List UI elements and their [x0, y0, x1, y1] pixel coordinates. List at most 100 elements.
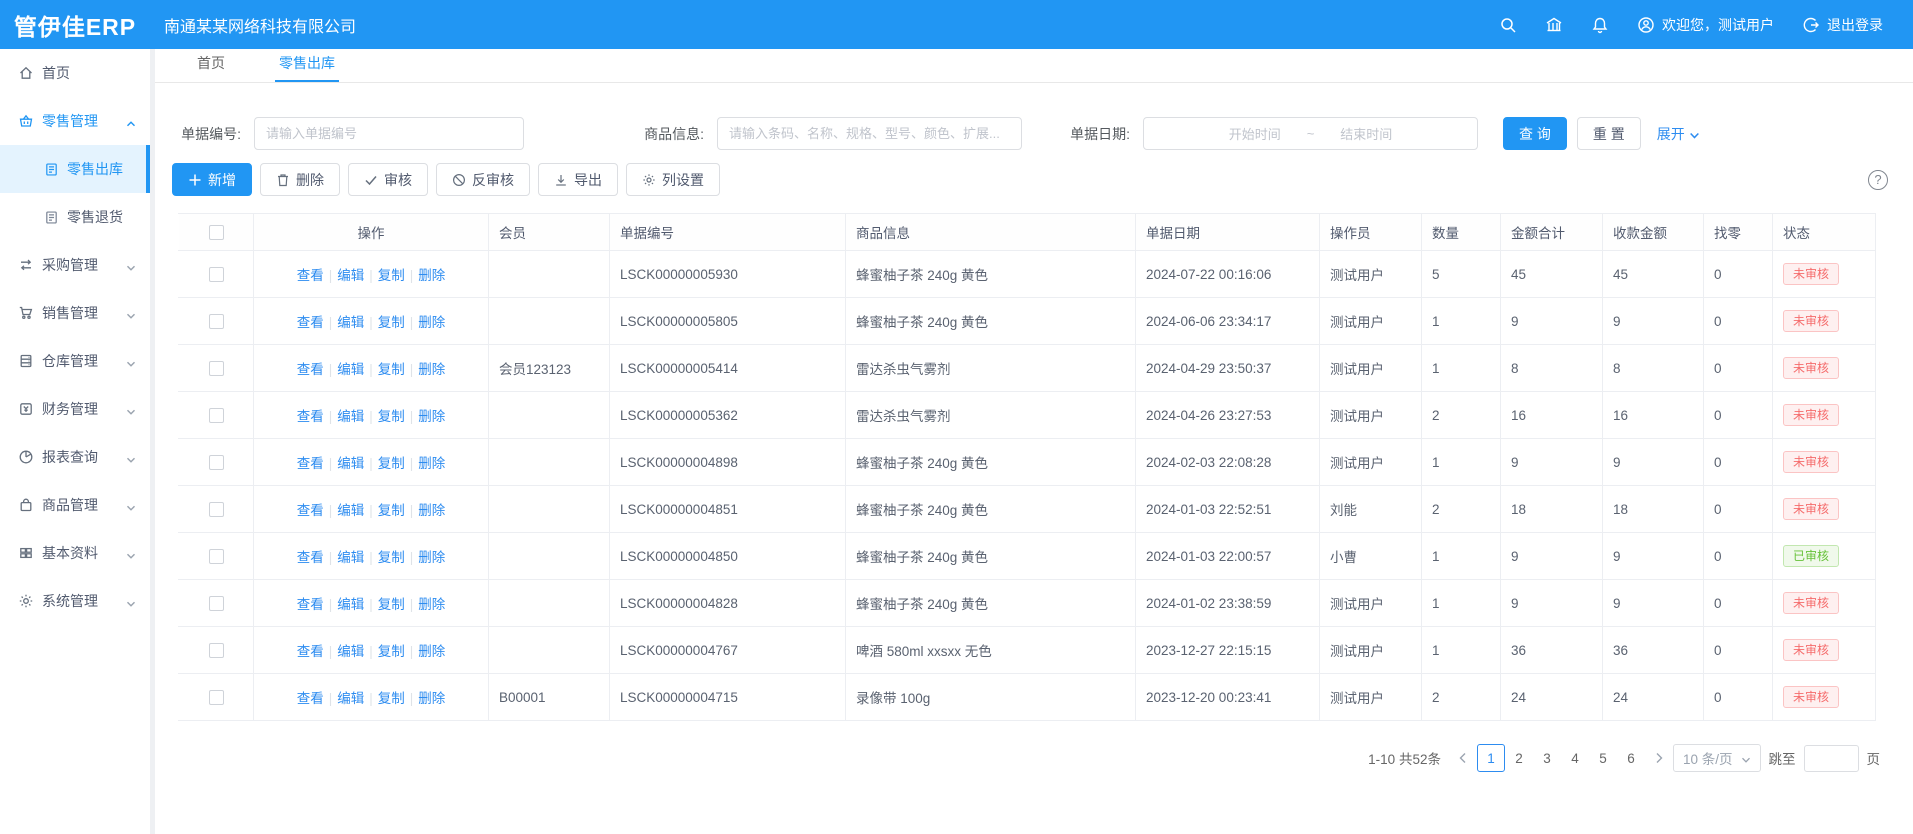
row-checkbox[interactable] — [209, 596, 224, 611]
cell-member — [489, 533, 610, 580]
select-all-checkbox[interactable] — [209, 225, 224, 240]
row-action-edit[interactable]: 编辑 — [337, 597, 364, 612]
row-action-edit[interactable]: 编辑 — [337, 315, 364, 330]
row-action-copy[interactable]: 复制 — [378, 409, 405, 424]
row-action-view[interactable]: 查看 — [297, 409, 324, 424]
next-page-icon[interactable] — [1653, 752, 1665, 764]
row-action-delete[interactable]: 删除 — [418, 597, 445, 612]
sidebar-item-home[interactable]: 首页 — [0, 49, 150, 97]
action-separator: | — [369, 362, 373, 377]
row-action-copy[interactable]: 复制 — [378, 362, 405, 377]
row-action-edit[interactable]: 编辑 — [337, 503, 364, 518]
row-action-delete[interactable]: 删除 — [418, 362, 445, 377]
date-start-placeholder: 开始时间 — [1229, 124, 1281, 143]
row-action-edit[interactable]: 编辑 — [337, 550, 364, 565]
row-action-edit[interactable]: 编辑 — [337, 409, 364, 424]
row-action-view[interactable]: 查看 — [297, 268, 324, 283]
row-checkbox[interactable] — [209, 643, 224, 658]
col-header-member: 会员 — [489, 214, 610, 251]
logout-button[interactable]: 退出登录 — [1802, 15, 1883, 35]
column-settings-button[interactable]: 列设置 — [626, 163, 720, 196]
row-checkbox[interactable] — [209, 361, 224, 376]
tab-retail-outbound[interactable]: 零售出库 — [275, 46, 339, 82]
row-checkbox[interactable] — [209, 314, 224, 329]
jump-page-input[interactable] — [1804, 745, 1859, 772]
row-action-view[interactable]: 查看 — [297, 644, 324, 659]
page-button[interactable]: 3 — [1533, 744, 1561, 772]
export-button[interactable]: 导出 — [538, 163, 618, 196]
row-action-view[interactable]: 查看 — [297, 315, 324, 330]
row-action-view[interactable]: 查看 — [297, 691, 324, 706]
row-action-view[interactable]: 查看 — [297, 597, 324, 612]
row-action-copy[interactable]: 复制 — [378, 644, 405, 659]
row-action-edit[interactable]: 编辑 — [337, 362, 364, 377]
status-badge: 未审核 — [1783, 639, 1839, 661]
sidebar-item-retail-management[interactable]: 零售管理 — [0, 97, 150, 145]
tab-home[interactable]: 首页 — [193, 46, 229, 82]
page-size-select[interactable]: 10 条/页 — [1673, 744, 1761, 772]
cell-change: 0 — [1704, 392, 1773, 439]
row-checkbox[interactable] — [209, 502, 224, 517]
row-action-delete[interactable]: 删除 — [418, 315, 445, 330]
sidebar-item-system-management[interactable]: 系统管理 — [0, 577, 150, 625]
reset-button[interactable]: 重 置 — [1577, 117, 1641, 150]
page-button[interactable]: 4 — [1561, 744, 1589, 772]
unaudit-button[interactable]: 反审核 — [436, 163, 530, 196]
row-action-delete[interactable]: 删除 — [418, 268, 445, 283]
row-action-delete[interactable]: 删除 — [418, 550, 445, 565]
sidebar-item-basic-data[interactable]: 基本资料 — [0, 529, 150, 577]
row-action-edit[interactable]: 编辑 — [337, 691, 364, 706]
add-button[interactable]: 新增 — [172, 163, 252, 196]
row-checkbox[interactable] — [209, 455, 224, 470]
sidebar-item-retail-return[interactable]: 零售退货 — [0, 193, 150, 241]
row-action-copy[interactable]: 复制 — [378, 315, 405, 330]
row-action-copy[interactable]: 复制 — [378, 268, 405, 283]
sidebar-item-report-query[interactable]: 报表查询 — [0, 433, 150, 481]
sidebar-item-goods-management[interactable]: 商品管理 — [0, 481, 150, 529]
sidebar-item-purchase-management[interactable]: 采购管理 — [0, 241, 150, 289]
row-checkbox[interactable] — [209, 690, 224, 705]
help-icon[interactable]: ? — [1868, 170, 1888, 190]
row-checkbox[interactable] — [209, 408, 224, 423]
row-action-copy[interactable]: 复制 — [378, 456, 405, 471]
sidebar-item-retail-outbound[interactable]: 零售出库 — [0, 145, 150, 193]
page-button[interactable]: 6 — [1617, 744, 1645, 772]
row-checkbox[interactable] — [209, 549, 224, 564]
row-action-copy[interactable]: 复制 — [378, 503, 405, 518]
row-action-view[interactable]: 查看 — [297, 362, 324, 377]
search-button[interactable]: 查 询 — [1503, 117, 1567, 150]
expand-link[interactable]: 展开 — [1657, 124, 1700, 144]
user-welcome[interactable]: 欢迎您，测试用户 — [1637, 15, 1774, 35]
delete-button[interactable]: 删除 — [260, 163, 340, 196]
workbench-icon[interactable] — [1545, 16, 1563, 34]
order-no-input[interactable] — [254, 117, 524, 150]
page-button[interactable]: 2 — [1505, 744, 1533, 772]
row-action-edit[interactable]: 编辑 — [337, 644, 364, 659]
row-action-delete[interactable]: 删除 — [418, 456, 445, 471]
row-action-view[interactable]: 查看 — [297, 456, 324, 471]
row-action-edit[interactable]: 编辑 — [337, 456, 364, 471]
row-action-view[interactable]: 查看 — [297, 503, 324, 518]
prev-page-icon[interactable] — [1457, 752, 1469, 764]
sidebar-item-sales-management[interactable]: 销售管理 — [0, 289, 150, 337]
row-checkbox[interactable] — [209, 267, 224, 282]
audit-button[interactable]: 审核 — [348, 163, 428, 196]
search-icon[interactable] — [1499, 16, 1517, 34]
row-action-view[interactable]: 查看 — [297, 550, 324, 565]
row-action-copy[interactable]: 复制 — [378, 550, 405, 565]
row-action-copy[interactable]: 复制 — [378, 597, 405, 612]
row-action-delete[interactable]: 删除 — [418, 644, 445, 659]
page-button[interactable]: 5 — [1589, 744, 1617, 772]
row-action-edit[interactable]: 编辑 — [337, 268, 364, 283]
notification-bell-icon[interactable] — [1591, 16, 1609, 34]
row-action-delete[interactable]: 删除 — [418, 691, 445, 706]
row-action-delete[interactable]: 删除 — [418, 503, 445, 518]
sidebar-item-warehouse-management[interactable]: 仓库管理 — [0, 337, 150, 385]
date-range-input[interactable]: 开始时间 ~ 结束时间 — [1143, 117, 1478, 150]
row-action-copy[interactable]: 复制 — [378, 691, 405, 706]
cell-order_no: LSCK00000004851 — [610, 486, 846, 533]
product-info-input[interactable] — [717, 117, 1022, 150]
row-action-delete[interactable]: 删除 — [418, 409, 445, 424]
sidebar-item-finance-management[interactable]: 财务管理 — [0, 385, 150, 433]
page-button[interactable]: 1 — [1477, 744, 1505, 772]
